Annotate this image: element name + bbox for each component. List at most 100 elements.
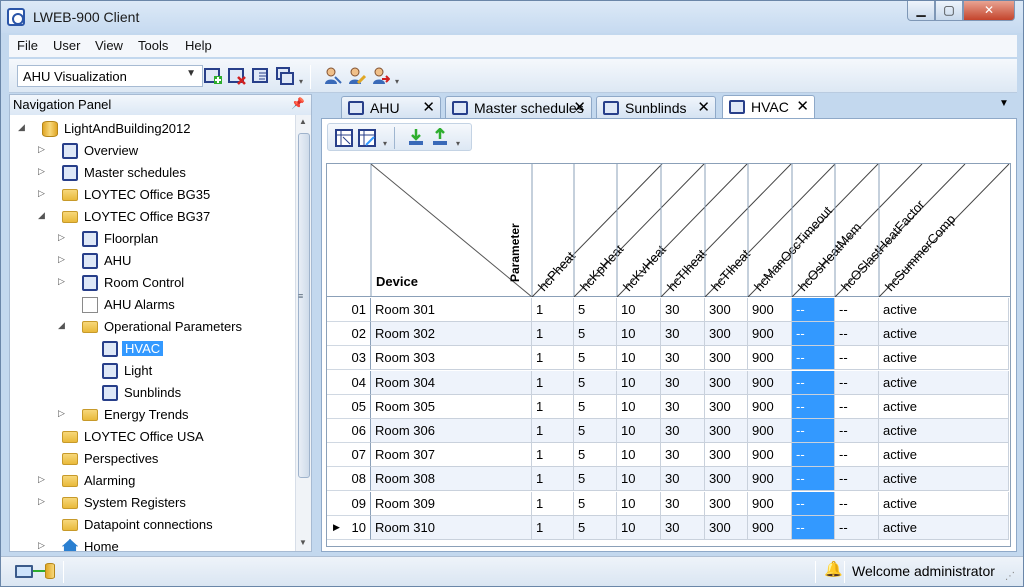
row-header[interactable]: 03 — [327, 346, 371, 371]
bell-icon[interactable]: 🔔 — [824, 560, 843, 578]
parameter-cell[interactable]: 900 — [748, 298, 792, 322]
expand-icon[interactable]: ▷ — [58, 408, 68, 419]
parameter-cell[interactable]: 5 — [574, 443, 617, 468]
parameter-cell[interactable]: 5 — [574, 346, 617, 371]
column-header[interactable]: hcManOccTimeout — [751, 203, 835, 294]
parameter-cell[interactable]: 900 — [748, 394, 792, 419]
menu-user[interactable]: User — [53, 38, 80, 53]
parameter-cell[interactable]: active — [879, 346, 1009, 371]
view-select[interactable]: AHU Visualization ▼ — [17, 65, 203, 87]
parameter-cell[interactable]: -- — [835, 467, 879, 492]
parameter-cell[interactable]: 300 — [705, 491, 748, 516]
navigation-scrollbar[interactable]: ▲ ≡ ▼ — [295, 115, 311, 551]
parameter-cell[interactable]: 30 — [661, 394, 705, 419]
row-header[interactable]: 01 — [327, 298, 371, 322]
column-header[interactable]: hcTIheat — [708, 246, 753, 294]
add-view-icon[interactable] — [204, 67, 222, 85]
close-tab-icon[interactable]: ✕ — [573, 98, 586, 116]
expand-icon[interactable]: ▷ — [38, 166, 48, 177]
parameter-cell[interactable]: 10 — [617, 515, 661, 540]
tab-hvac[interactable]: HVAC ✕ — [722, 95, 815, 119]
tab-ahu[interactable]: AHU ✕ — [341, 96, 441, 119]
parameter-cell[interactable]: 5 — [574, 322, 617, 347]
scrollbar-thumb[interactable] — [298, 133, 310, 478]
parameter-cell[interactable]: 5 — [574, 515, 617, 540]
parameter-cell[interactable]: active — [879, 394, 1009, 419]
parameter-cell[interactable]: 900 — [748, 370, 792, 395]
parameter-cell[interactable]: -- — [792, 515, 835, 540]
parameter-cell[interactable]: 5 — [574, 394, 617, 419]
parameter-cell[interactable]: 30 — [661, 298, 705, 322]
expand-icon[interactable]: ▷ — [58, 276, 68, 287]
parameter-cell[interactable]: 30 — [661, 515, 705, 540]
device-cell[interactable]: Room 306 — [371, 419, 532, 443]
parameter-cell[interactable]: -- — [835, 419, 879, 443]
tab-master-schedules[interactable]: Master schedules ✕ — [445, 96, 592, 119]
pin-icon[interactable]: 📌 — [291, 97, 305, 110]
collapse-icon[interactable]: ◢ — [38, 210, 48, 221]
logout-user-icon[interactable] — [372, 67, 390, 85]
device-cell[interactable]: Room 310 — [371, 515, 532, 540]
parameter-cell[interactable]: 300 — [705, 370, 748, 395]
parameter-cell[interactable]: active — [879, 298, 1009, 322]
close-button[interactable]: ✕ — [963, 1, 1015, 21]
parameter-cell[interactable]: 5 — [574, 419, 617, 443]
parameter-cell[interactable]: 900 — [748, 467, 792, 492]
parameter-cell[interactable]: 900 — [748, 491, 792, 516]
parameter-cell[interactable]: 300 — [705, 443, 748, 468]
parameter-cell[interactable]: 1 — [532, 394, 574, 419]
toolbar-overflow-icon-3[interactable]: ▾ — [383, 139, 387, 148]
close-tab-icon[interactable]: ✕ — [697, 98, 710, 116]
menu-file[interactable]: File — [17, 38, 38, 53]
parameter-cell[interactable]: 10 — [617, 346, 661, 371]
column-header[interactable]: hcKvHeat — [620, 242, 669, 294]
parameter-cell[interactable]: 10 — [617, 491, 661, 516]
edit-user-icon[interactable] — [348, 67, 366, 85]
close-tab-icon[interactable]: ✕ — [796, 97, 809, 115]
device-cell[interactable]: Room 304 — [371, 370, 532, 395]
collapse-icon[interactable]: ◢ — [18, 122, 28, 133]
parameter-cell[interactable]: active — [879, 322, 1009, 347]
title-bar[interactable]: LWEB-900 Client ▁ ▢ ✕ — [1, 1, 1023, 33]
parameter-cell[interactable]: 10 — [617, 467, 661, 492]
device-cell[interactable]: Room 305 — [371, 394, 532, 419]
parameter-cell[interactable]: 1 — [532, 467, 574, 492]
row-header[interactable]: 04 — [327, 370, 371, 395]
parameter-cell[interactable]: -- — [835, 515, 879, 540]
parameter-cell[interactable]: -- — [835, 298, 879, 322]
scroll-up-icon[interactable]: ▲ — [299, 117, 307, 126]
parameter-cell[interactable]: -- — [792, 467, 835, 492]
parameter-cell[interactable]: 900 — [748, 419, 792, 443]
parameter-cell[interactable]: active — [879, 419, 1009, 443]
parameter-cell[interactable]: 10 — [617, 443, 661, 468]
parameter-cell[interactable]: -- — [835, 370, 879, 395]
minimize-button[interactable]: ▁ — [907, 1, 935, 21]
device-cell[interactable]: Room 307 — [371, 443, 532, 468]
parameter-cell[interactable]: active — [879, 491, 1009, 516]
copy-view-icon[interactable] — [276, 67, 294, 85]
parameter-cell[interactable]: 30 — [661, 322, 705, 347]
parameter-cell[interactable]: 300 — [705, 515, 748, 540]
edit-view-icon[interactable] — [252, 67, 270, 85]
parameter-cell[interactable]: 10 — [617, 298, 661, 322]
parameter-cell[interactable]: -- — [835, 346, 879, 371]
row-header[interactable]: 07 — [327, 443, 371, 468]
toolbar-overflow-icon[interactable]: ▾ — [299, 77, 307, 89]
expand-icon[interactable]: ▷ — [58, 232, 68, 243]
expand-icon[interactable]: ▷ — [38, 474, 48, 485]
row-header[interactable]: 05 — [327, 394, 371, 419]
parameter-cell[interactable]: 1 — [532, 370, 574, 395]
parameter-cell[interactable]: active — [879, 467, 1009, 492]
parameter-cell[interactable]: active — [879, 515, 1009, 540]
device-cell[interactable]: Room 308 — [371, 467, 532, 492]
column-header[interactable]: hcTIheat — [664, 246, 709, 294]
parameter-cell[interactable]: -- — [835, 491, 879, 516]
row-header[interactable]: 09 — [327, 491, 371, 516]
parameter-cell[interactable]: active — [879, 370, 1009, 395]
parameter-cell[interactable]: 1 — [532, 346, 574, 371]
parameter-cell[interactable]: -- — [835, 394, 879, 419]
toolbar-overflow-icon-4[interactable]: ▾ — [456, 139, 460, 148]
export-icon[interactable] — [431, 128, 449, 146]
parameter-cell[interactable]: -- — [792, 443, 835, 468]
parameter-cell[interactable]: -- — [792, 419, 835, 443]
